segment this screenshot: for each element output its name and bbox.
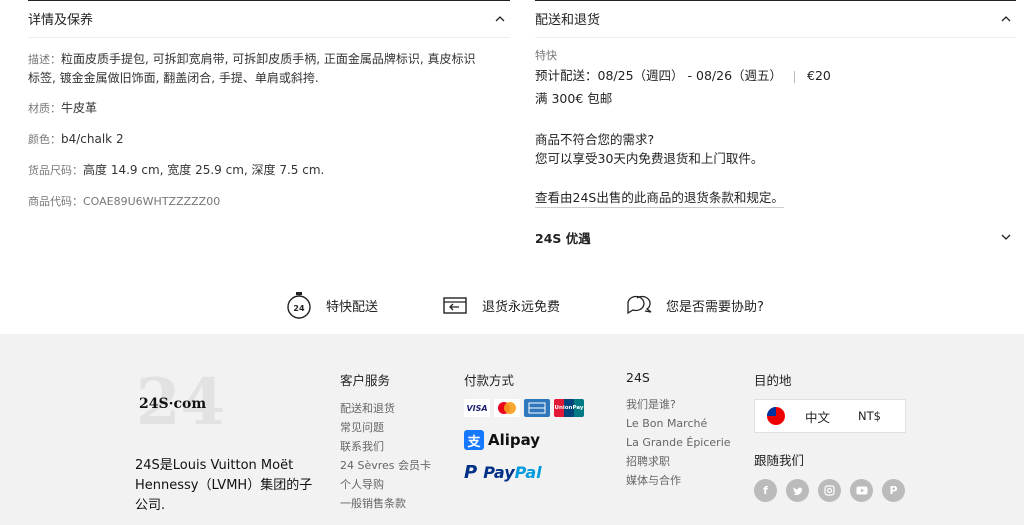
site-logo[interactable]: 24 24S·com bbox=[136, 370, 225, 436]
footer-link[interactable]: Le Bon Marché bbox=[626, 414, 731, 433]
express-label: 特快 bbox=[535, 49, 557, 62]
product-code: 商品代码：COAE89U6WHTZZZZZ00 bbox=[28, 195, 221, 208]
shipping-panel: 配送和退货 特快 预计配送：08/25（週四） - 08/26（週五） €20 满… bbox=[535, 0, 1016, 246]
footer-link[interactable]: 个人导购 bbox=[340, 475, 431, 494]
paypal-icon: P bbox=[464, 462, 478, 483]
taiwan-flag-icon bbox=[767, 407, 785, 425]
color: 颜色：b4/chalk 2 bbox=[28, 132, 124, 146]
social-links: f P bbox=[754, 479, 906, 502]
feature-express-delivery[interactable]: 24 特快配送 bbox=[284, 283, 378, 327]
mastercard-icon bbox=[494, 399, 520, 417]
size: 货品尺码：高度 14.9 cm, 宽度 25.9 cm, 深度 7.5 cm. bbox=[28, 163, 325, 177]
footer-link[interactable]: La Grande Épicerie bbox=[626, 433, 731, 452]
pinterest-icon[interactable]: P bbox=[882, 479, 905, 502]
facebook-icon[interactable]: f bbox=[754, 479, 777, 502]
features-strip: 24 特快配送 退货永远免费 您是否需要协助? bbox=[0, 283, 1024, 327]
footer-payment: 付款方式 VISA UnionPay 支 Alipay P PayPal bbox=[464, 373, 584, 483]
details-title: 详情及保养 bbox=[28, 13, 94, 28]
feature-help[interactable]: 您是否需要协助? bbox=[624, 283, 764, 327]
visa-icon: VISA bbox=[464, 399, 490, 417]
instagram-icon[interactable] bbox=[818, 479, 841, 502]
material: 材质：牛皮革 bbox=[28, 101, 98, 115]
return-info: 您可以享受30天内免费退货和上门取件。 bbox=[535, 151, 764, 166]
return-question: 商品不符合您的需求? bbox=[535, 132, 655, 147]
description: 描述：粒面皮质手提包, 可拆卸宽肩带, 可拆卸皮质手柄, 正面金属品牌标识, 真… bbox=[28, 52, 476, 85]
group-statement: 24S是Louis Vuitton Moët Hennessy（LVMH）集团的… bbox=[135, 458, 313, 513]
footer-link[interactable]: 我们是谁? bbox=[626, 395, 731, 414]
footer-link[interactable]: 常见问题 bbox=[340, 418, 431, 437]
youtube-icon[interactable] bbox=[850, 479, 873, 502]
amex-icon bbox=[524, 399, 550, 417]
return-policy-link[interactable]: 查看由24S出售的此商品的退货条款和规定。 bbox=[535, 189, 784, 208]
perks-accordion-header[interactable]: 24S 优遇 bbox=[535, 222, 1016, 252]
perks-title: 24S 优遇 bbox=[535, 230, 591, 246]
shipping-price: €20 bbox=[807, 68, 831, 83]
social-title: 跟随我们 bbox=[754, 453, 805, 468]
details-panel: 详情及保养 描述：粒面皮质手提包, 可拆卸宽肩带, 可拆卸皮质手柄, 正面金属品… bbox=[28, 0, 510, 208]
footer-link[interactable]: 一般销售条款 bbox=[340, 494, 431, 513]
return-box-icon bbox=[440, 290, 470, 320]
free-shipping-threshold: 满 300€ 包邮 bbox=[535, 91, 613, 106]
svg-text:24: 24 bbox=[293, 304, 305, 313]
footer-link[interactable]: 招聘求职 bbox=[626, 452, 731, 471]
feature-free-returns[interactable]: 退货永远免费 bbox=[440, 283, 560, 327]
separator bbox=[794, 70, 796, 83]
footer: 24 24S·com 24S是Louis Vuitton Moët Hennes… bbox=[0, 334, 1024, 525]
language: 中文 bbox=[805, 409, 831, 425]
alipay-icon: 支 bbox=[464, 430, 484, 450]
currency: NT$ bbox=[858, 409, 881, 423]
footer-link[interactable]: 配送和退货 bbox=[340, 399, 431, 418]
chevron-up-icon[interactable] bbox=[490, 9, 510, 29]
footer-brand: 24S 我们是谁? Le Bon Marché La Grande Épicer… bbox=[626, 370, 731, 490]
footer-link[interactable]: 24 Sèvres 会员卡 bbox=[340, 456, 431, 475]
destination-selector[interactable]: 中文 NT$ bbox=[754, 399, 906, 433]
estimated-delivery: 预计配送：08/25（週四） - 08/26（週五） €20 bbox=[535, 68, 831, 83]
chevron-up-icon[interactable] bbox=[996, 9, 1016, 29]
footer-customer-service: 客户服务 配送和退货 常见问题 联系我们 24 Sèvres 会员卡 个人导购 … bbox=[340, 370, 431, 513]
alipay-logo: 支 Alipay bbox=[464, 430, 584, 450]
card-logos: VISA UnionPay bbox=[464, 399, 584, 417]
chevron-down-icon[interactable] bbox=[996, 227, 1016, 247]
footer-link[interactable]: 媒体与合作 bbox=[626, 471, 731, 490]
stopwatch-24-icon: 24 bbox=[284, 290, 314, 320]
shipping-title: 配送和退货 bbox=[535, 13, 601, 28]
paypal-logo: P PayPal bbox=[464, 462, 542, 483]
details-accordion-header[interactable]: 详情及保养 bbox=[28, 0, 510, 38]
footer-destination: 目的地 中文 NT$ 跟随我们 f P bbox=[754, 370, 906, 502]
unionpay-icon: UnionPay bbox=[554, 399, 584, 417]
twitter-icon[interactable] bbox=[786, 479, 809, 502]
chat-bubbles-icon bbox=[624, 290, 654, 320]
shipping-accordion-header[interactable]: 配送和退货 bbox=[535, 0, 1016, 38]
footer-link[interactable]: 联系我们 bbox=[340, 437, 431, 456]
